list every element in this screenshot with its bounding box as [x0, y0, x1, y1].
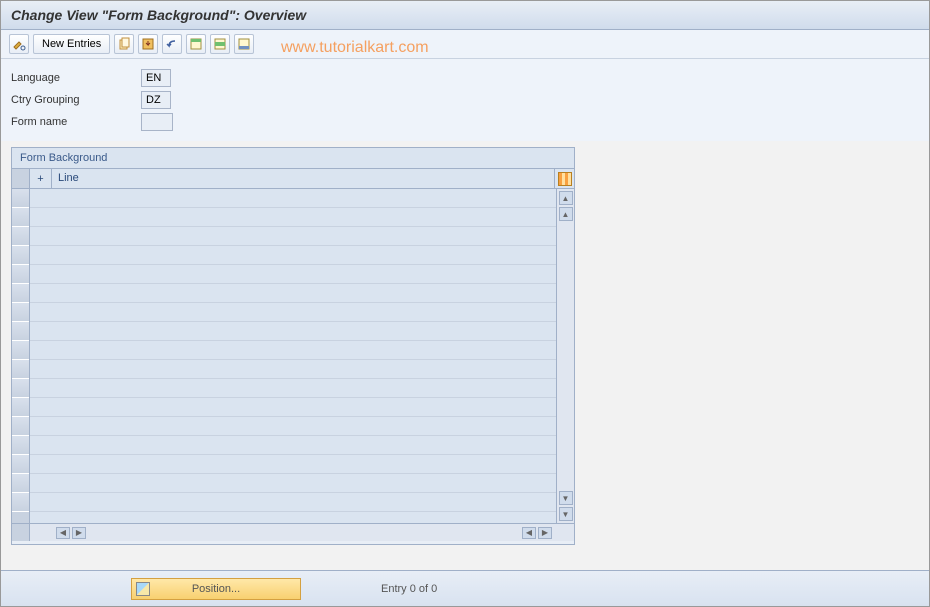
vertical-scrollbar[interactable]: ▲ ▲ ▼ ▼ [556, 189, 574, 523]
form-name-field[interactable] [141, 113, 173, 131]
table-row[interactable] [30, 417, 556, 436]
scroll-up2-icon[interactable]: ▲ [559, 207, 573, 221]
table-row[interactable] [30, 341, 556, 360]
entry-count-text: Entry 0 of 0 [381, 583, 437, 595]
table-row[interactable] [30, 398, 556, 417]
row-selector[interactable] [12, 265, 29, 284]
language-label: Language [11, 72, 141, 84]
position-icon [136, 582, 150, 596]
table-row[interactable] [30, 322, 556, 341]
table-row[interactable] [30, 303, 556, 322]
table-row[interactable] [30, 208, 556, 227]
save-exit-icon[interactable] [138, 34, 158, 54]
table-row[interactable] [30, 379, 556, 398]
table-header: + Line [12, 169, 574, 189]
position-label: Position... [192, 583, 240, 595]
table-row[interactable] [30, 265, 556, 284]
table-row[interactable] [30, 436, 556, 455]
scroll-down2-icon[interactable]: ▼ [559, 507, 573, 521]
scroll-left-icon[interactable]: ◀ [56, 527, 70, 539]
row-selector[interactable] [12, 436, 29, 455]
scroll-right-icon[interactable]: ▶ [72, 527, 86, 539]
row-selector[interactable] [12, 379, 29, 398]
table-title: Form Background [12, 148, 574, 169]
table-corner [12, 524, 30, 541]
row-selector[interactable] [12, 341, 29, 360]
row-selector[interactable] [12, 493, 29, 512]
language-field[interactable] [141, 69, 171, 87]
table-row[interactable] [30, 474, 556, 493]
new-entries-button[interactable]: New Entries [33, 34, 110, 54]
deselect-all-icon[interactable] [234, 34, 254, 54]
row-selector-column [12, 189, 30, 523]
row-selector[interactable] [12, 284, 29, 303]
column-header-plus[interactable]: + [30, 169, 52, 188]
row-selector[interactable] [12, 208, 29, 227]
scroll-up-icon[interactable]: ▲ [559, 191, 573, 205]
toolbar: New Entries [1, 30, 929, 59]
table-row[interactable] [30, 360, 556, 379]
table-row[interactable] [30, 189, 556, 208]
select-block-icon[interactable] [210, 34, 230, 54]
table-row[interactable] [30, 455, 556, 474]
copy-icon[interactable] [114, 34, 134, 54]
row-selector[interactable] [12, 246, 29, 265]
table-config-icon[interactable] [554, 169, 574, 188]
table-row[interactable] [30, 493, 556, 512]
scroll-right2-icon[interactable]: ▶ [538, 527, 552, 539]
edit-glasses-icon[interactable] [9, 34, 29, 54]
row-selector[interactable] [12, 227, 29, 246]
row-selector[interactable] [12, 360, 29, 379]
table-data-area[interactable] [30, 189, 556, 523]
form-background-table: Form Background + Line ▲ ▲ ▼ ▼ ◀ ▶ ◀ [11, 147, 575, 545]
scroll-left2-icon[interactable]: ◀ [522, 527, 536, 539]
select-all-icon[interactable] [186, 34, 206, 54]
table-row[interactable] [30, 246, 556, 265]
selection-form: Language Ctry Grouping Form name [1, 59, 929, 141]
ctry-grouping-field[interactable] [141, 91, 171, 109]
column-header-line[interactable]: Line [52, 169, 554, 188]
select-all-column[interactable] [12, 169, 30, 188]
row-selector[interactable] [12, 303, 29, 322]
page-title: Change View "Form Background": Overview [1, 1, 929, 30]
row-selector[interactable] [12, 398, 29, 417]
form-name-label: Form name [11, 116, 141, 128]
table-row[interactable] [30, 284, 556, 303]
row-selector[interactable] [12, 417, 29, 436]
undo-icon[interactable] [162, 34, 182, 54]
row-selector[interactable] [12, 189, 29, 208]
row-selector[interactable] [12, 455, 29, 474]
horizontal-scrollbar[interactable]: ◀ ▶ ◀ ▶ [12, 523, 574, 541]
position-button[interactable]: Position... [131, 578, 301, 600]
footer-bar: Position... Entry 0 of 0 [1, 570, 929, 606]
table-row[interactable] [30, 227, 556, 246]
row-selector[interactable] [12, 474, 29, 493]
row-selector[interactable] [12, 322, 29, 341]
ctry-grouping-label: Ctry Grouping [11, 94, 141, 106]
table-body: ▲ ▲ ▼ ▼ [12, 189, 574, 523]
scroll-down-icon[interactable]: ▼ [559, 491, 573, 505]
